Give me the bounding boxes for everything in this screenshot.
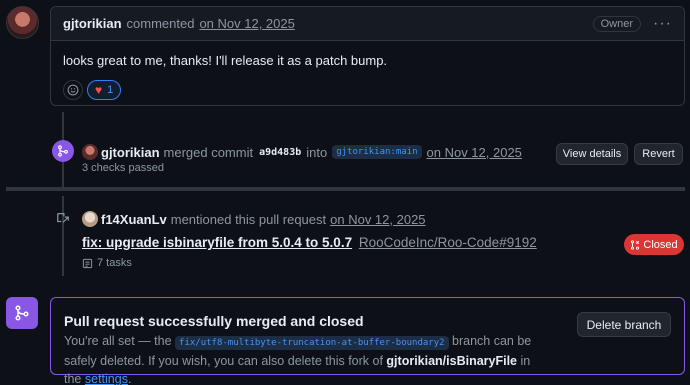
mention-date[interactable]: on Nov 12, 2025 xyxy=(330,212,425,227)
target-branch-pill[interactable]: gjtorikian:main xyxy=(332,145,422,159)
git-merge-icon xyxy=(58,145,68,157)
checklist-icon xyxy=(82,258,93,268)
reactions-bar: ♥ 1 xyxy=(63,80,122,100)
desc-period: . xyxy=(127,372,132,385)
referenced-pr-title[interactable]: fix: upgrade isbinaryfile from 5.0.4 to … xyxy=(82,235,352,250)
fork-name: gjtorikian/isBinaryFile xyxy=(386,354,518,368)
merge-verb: merged commit xyxy=(163,144,254,160)
smiley-icon xyxy=(67,84,79,96)
comment-card: gjtorikian commented on Nov 12, 2025 Own… xyxy=(50,6,685,106)
timeline-line xyxy=(62,196,64,276)
cross-reference-icon xyxy=(56,211,70,225)
git-merge-icon xyxy=(15,305,29,321)
merged-event-badge xyxy=(52,140,74,162)
owner-badge: Owner xyxy=(592,15,642,32)
mention-event-line: f14XuanLv mentioned this pull request on… xyxy=(82,211,426,227)
add-reaction-button[interactable] xyxy=(63,80,83,100)
task-count: 7 tasks xyxy=(97,257,132,269)
heart-icon: ♥ xyxy=(95,83,103,97)
pull-request-closed-icon xyxy=(631,239,640,250)
comment-date[interactable]: on Nov 12, 2025 xyxy=(199,16,294,31)
closed-status-badge: Closed xyxy=(624,234,684,255)
view-details-button[interactable]: View details xyxy=(556,143,628,165)
merge-date[interactable]: on Nov 12, 2025 xyxy=(427,145,522,160)
kebab-menu-icon[interactable]: ··· xyxy=(653,15,672,33)
commit-sha-link[interactable]: a9d483b xyxy=(259,147,301,158)
delete-branch-button[interactable]: Delete branch xyxy=(577,312,671,337)
mention-author[interactable]: f14XuanLv xyxy=(101,212,167,227)
checks-status[interactable]: 3 checks passed xyxy=(82,162,164,174)
merged-status-title: Pull request successfully merged and clo… xyxy=(64,313,364,329)
merge-author[interactable]: gjtorikian xyxy=(101,145,160,160)
referenced-pr: fix: upgrade isbinaryfile from 5.0.4 to … xyxy=(82,235,537,250)
revert-button[interactable]: Revert xyxy=(634,143,683,165)
timeline-separator xyxy=(6,187,685,191)
comment-author[interactable]: gjtorikian xyxy=(63,16,122,31)
merger-avatar[interactable] xyxy=(82,144,98,160)
head-branch-pill[interactable]: fix/utf8-multibyte-truncation-at-buffer-… xyxy=(175,336,449,350)
settings-link[interactable]: settings xyxy=(85,372,128,385)
merge-event-line: gjtorikian merged commit a9d483b into gj… xyxy=(82,144,522,160)
mention-verb: mentioned this pull request xyxy=(170,211,327,227)
referenced-pr-ref[interactable]: RooCodeInc/Roo-Code#9192 xyxy=(359,235,537,250)
closed-status-label: Closed xyxy=(643,238,678,251)
heart-reaction-button[interactable]: ♥ 1 xyxy=(87,80,122,100)
comment-header: gjtorikian commented on Nov 12, 2025 Own… xyxy=(51,7,684,41)
desc-prefix: You're all set — the xyxy=(64,334,172,348)
merged-state-badge xyxy=(6,297,38,329)
task-progress: 7 tasks xyxy=(82,257,132,269)
comment-verb: commented xyxy=(126,16,195,31)
merge-into-text: into xyxy=(306,144,328,160)
commenter-avatar[interactable] xyxy=(6,6,39,39)
mentioner-avatar[interactable] xyxy=(82,211,98,227)
comment-body: looks great to me, thanks! I'll release … xyxy=(63,53,388,68)
merged-status-description: You're all set — the fix/utf8-multibyte-… xyxy=(64,332,544,385)
merged-status-box: Pull request successfully merged and clo… xyxy=(50,297,685,385)
heart-reaction-count: 1 xyxy=(107,84,114,96)
